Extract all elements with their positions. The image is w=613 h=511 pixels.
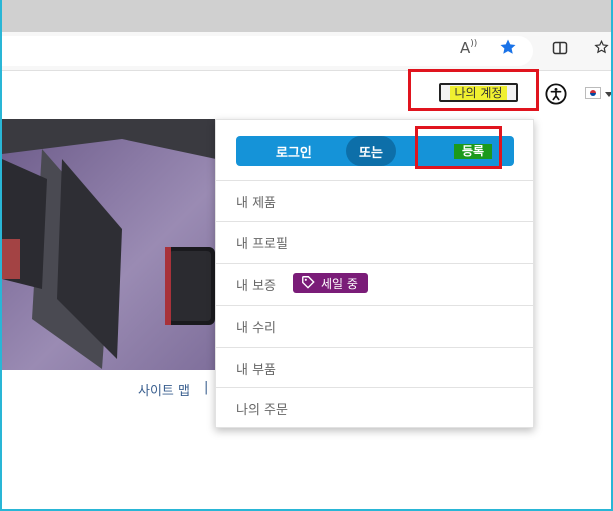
sale-badge: 세일 중: [293, 273, 368, 293]
menu-item-my-profile[interactable]: 내 프로필: [216, 221, 533, 262]
account-dropdown-menu: 로그인 또는 등록 내 제품 내 프로필 내 보증 세일 중 내 수리 내 부품…: [215, 119, 534, 428]
menu-item-my-repairs[interactable]: 내 수리: [216, 305, 533, 346]
my-account-label: 나의 계정: [449, 85, 508, 100]
favorites-icon[interactable]: [594, 39, 612, 61]
menu-item-my-products[interactable]: 내 제품: [216, 180, 533, 221]
address-bar[interactable]: [0, 36, 533, 66]
my-account-button[interactable]: 나의 계정: [439, 83, 518, 102]
tag-icon: [301, 275, 315, 292]
read-aloud-icon[interactable]: A)): [460, 39, 477, 57]
menu-item-label: 내 보증: [236, 279, 277, 294]
flag-icon[interactable]: [585, 87, 601, 99]
login-button[interactable]: 로그인: [276, 142, 312, 161]
menu-item-label: 내 제품: [236, 196, 277, 211]
sale-badge-label: 세일 중: [321, 276, 358, 291]
hero-laptop-image: [2, 119, 216, 370]
menu-item-label: 나의 주문: [236, 403, 288, 418]
flag-emblem: [590, 90, 596, 96]
highlight-box-register: [415, 126, 502, 169]
accessibility-icon[interactable]: [545, 83, 567, 109]
favorite-star-icon[interactable]: [499, 38, 517, 60]
browser-toolbar: A)): [0, 32, 613, 71]
browser-tab-strip: [0, 0, 613, 32]
menu-item-my-parts[interactable]: 내 부품: [216, 347, 533, 388]
read-aloud-label: A: [460, 39, 471, 57]
menu-item-my-warranty[interactable]: 내 보증 세일 중: [216, 263, 533, 304]
footer-separator: |: [204, 380, 209, 395]
window-border-left: [0, 0, 2, 511]
menu-item-my-orders[interactable]: 나의 주문: [216, 387, 533, 428]
sitemap-link[interactable]: 사이트 맵: [138, 380, 190, 399]
split-screen-icon[interactable]: [552, 40, 568, 60]
or-label: 또는: [346, 136, 396, 166]
menu-item-label: 내 프로필: [236, 237, 288, 252]
site-header: 나의 계정: [2, 69, 613, 119]
menu-item-label: 내 부품: [236, 363, 277, 378]
menu-item-label: 내 수리: [236, 321, 277, 336]
